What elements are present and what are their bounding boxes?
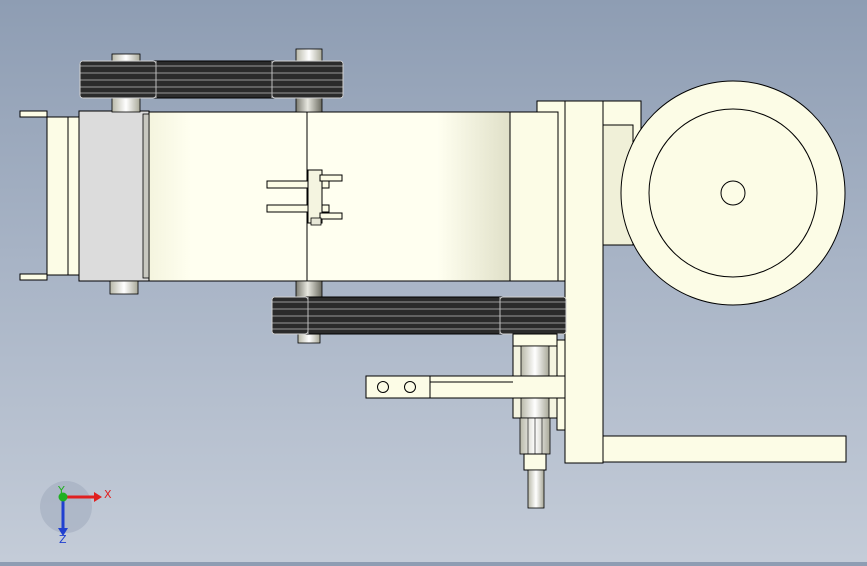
z-axis-label: Z: [59, 533, 67, 546]
x-axis-arrowhead: [94, 492, 102, 502]
gripper-hole-2: [404, 381, 416, 393]
main-beam[interactable]: [147, 111, 559, 282]
motor-mount-plate: [564, 100, 604, 464]
assembly-drawing: X Y Z: [19, 48, 847, 546]
left-shaft-stub: [109, 280, 139, 295]
left-end-housing[interactable]: [19, 110, 150, 295]
cad-viewport[interactable]: X Y Z: [0, 0, 867, 562]
lower-gripper-assembly[interactable]: [365, 333, 566, 509]
base-bar: [602, 435, 847, 463]
x-axis-label: X: [104, 488, 112, 501]
gripper-arm: [365, 375, 566, 399]
y-axis-label: Y: [57, 484, 65, 497]
motor-assembly[interactable]: [536, 80, 847, 464]
motor-shaft-hole: [720, 180, 746, 206]
upper-belt-drive[interactable]: [79, 48, 344, 113]
gripper-hole-1: [377, 381, 389, 393]
coordinate-triad: X Y Z: [40, 481, 112, 546]
output-shaft: [527, 469, 545, 509]
